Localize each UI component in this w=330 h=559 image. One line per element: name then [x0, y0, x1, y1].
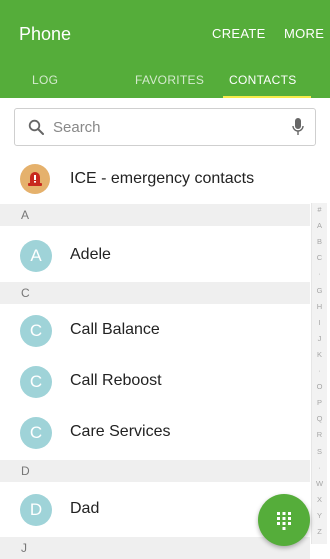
more-button[interactable]: MORE: [284, 26, 324, 41]
mic-icon[interactable]: [291, 117, 305, 137]
active-tab-indicator: [223, 96, 311, 98]
avatar: C: [20, 315, 52, 347]
app-bar: Phone CREATE MORE LOG FAVORITES CONTACTS: [0, 0, 330, 98]
section-header-d: D: [0, 460, 310, 482]
index-letter[interactable]: Z: [312, 527, 327, 536]
ice-contacts-row[interactable]: ICE - emergency contacts: [0, 154, 330, 202]
index-letter[interactable]: S: [312, 447, 327, 456]
contact-item[interactable]: C Call Reboost: [0, 358, 310, 406]
app-title: Phone: [19, 24, 72, 44]
avatar: D: [20, 494, 52, 526]
search-bar[interactable]: Search: [14, 108, 316, 146]
index-letter[interactable]: #: [312, 205, 327, 214]
index-letter[interactable]: G: [312, 286, 327, 295]
section-header-a: A: [0, 204, 310, 226]
index-letter[interactable]: A: [312, 221, 327, 230]
contact-name: Dad: [70, 500, 100, 517]
tab-contacts[interactable]: CONTACTS: [229, 73, 297, 87]
contact-item[interactable]: A Adele: [0, 232, 310, 280]
section-header-c: C: [0, 282, 310, 304]
ice-avatar: [20, 164, 50, 194]
contact-name: Call Reboost: [70, 372, 162, 389]
section-letter: D: [21, 464, 30, 478]
alphabet-index-scroller[interactable]: # A B C · G H I J K · O P Q R S · W X Y Z: [311, 203, 327, 544]
index-letter[interactable]: Y: [312, 511, 327, 520]
create-button[interactable]: CREATE: [212, 26, 266, 41]
section-letter: A: [21, 208, 30, 222]
avatar: C: [20, 366, 52, 398]
index-letter[interactable]: ·: [312, 463, 327, 472]
tab-log[interactable]: LOG: [32, 73, 58, 87]
section-letter: J: [21, 541, 27, 555]
index-letter[interactable]: R: [312, 430, 327, 439]
index-letter[interactable]: W: [312, 479, 327, 488]
warning-siren-icon: [28, 172, 42, 186]
index-letter[interactable]: B: [312, 237, 327, 246]
search-input[interactable]: Search: [53, 119, 101, 136]
ice-label: ICE - emergency contacts: [70, 170, 255, 187]
contact-name: Adele: [70, 246, 111, 263]
index-letter[interactable]: I: [312, 318, 327, 327]
index-letter[interactable]: Q: [312, 414, 327, 423]
contact-item[interactable]: C Care Services: [0, 409, 310, 457]
index-letter[interactable]: ·: [312, 269, 327, 278]
index-letter[interactable]: P: [312, 398, 327, 407]
index-letter[interactable]: ·: [312, 366, 327, 375]
index-letter[interactable]: C: [312, 253, 327, 262]
dialpad-icon: [277, 512, 291, 530]
section-letter: C: [21, 286, 30, 300]
section-header-j: J: [0, 537, 310, 559]
index-letter[interactable]: O: [312, 382, 327, 391]
search-icon: [28, 119, 44, 135]
contact-item[interactable]: C Call Balance: [0, 307, 310, 355]
tab-favorites[interactable]: FAVORITES: [135, 73, 204, 87]
contact-name: Care Services: [70, 423, 171, 440]
dialpad-fab-button[interactable]: [258, 494, 310, 546]
index-letter[interactable]: J: [312, 334, 327, 343]
index-letter[interactable]: K: [312, 350, 327, 359]
avatar: A: [20, 240, 52, 272]
index-letter[interactable]: X: [312, 495, 327, 504]
avatar: C: [20, 417, 52, 449]
index-letter[interactable]: H: [312, 302, 327, 311]
contact-name: Call Balance: [70, 321, 160, 338]
